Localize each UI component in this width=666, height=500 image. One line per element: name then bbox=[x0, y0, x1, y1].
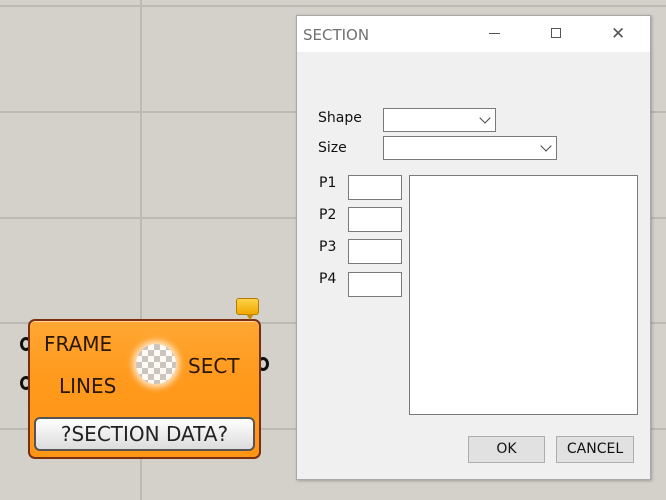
maximize-button[interactable] bbox=[533, 16, 579, 50]
input-label-frame: FRAME bbox=[44, 332, 113, 356]
message-balloon-icon[interactable] bbox=[236, 298, 259, 320]
close-button[interactable]: ✕ bbox=[595, 16, 641, 50]
p2-label: P2 bbox=[319, 207, 337, 223]
canvas-gridline bbox=[0, 5, 666, 7]
p4-input[interactable] bbox=[348, 272, 402, 297]
input-label-lines: LINES bbox=[59, 374, 117, 398]
section-dialog: SECTION ✕ Shape Size P1 P2 P3 P4 OK CANC… bbox=[296, 15, 651, 480]
shape-label: Shape bbox=[318, 110, 362, 126]
p3-input[interactable] bbox=[348, 239, 402, 264]
output-textbox[interactable] bbox=[409, 175, 638, 415]
p1-input[interactable] bbox=[348, 175, 402, 200]
output-label-sect: SECT bbox=[188, 354, 240, 378]
component-icon bbox=[136, 344, 176, 384]
dialog-title: SECTION bbox=[303, 26, 370, 44]
chevron-down-icon bbox=[540, 140, 552, 152]
section-data-button[interactable]: ?SECTION DATA? bbox=[34, 417, 255, 451]
p3-label: P3 bbox=[319, 239, 337, 255]
section-component[interactable]: FRAME LINES SECT ?SECTION DATA? bbox=[28, 319, 261, 459]
close-icon: ✕ bbox=[611, 24, 626, 44]
shape-dropdown[interactable] bbox=[383, 108, 496, 132]
title-bar[interactable]: SECTION ✕ bbox=[297, 16, 650, 52]
chevron-down-icon bbox=[479, 112, 491, 124]
p2-input[interactable] bbox=[348, 207, 402, 232]
p4-label: P4 bbox=[319, 271, 337, 287]
minimize-icon bbox=[489, 33, 500, 34]
maximize-icon bbox=[551, 28, 561, 38]
cancel-button[interactable]: CANCEL bbox=[556, 436, 634, 463]
p1-label: P1 bbox=[319, 175, 337, 191]
size-dropdown[interactable] bbox=[383, 136, 557, 160]
minimize-button[interactable] bbox=[471, 16, 517, 50]
ok-button[interactable]: OK bbox=[468, 436, 545, 463]
size-label: Size bbox=[318, 140, 347, 156]
